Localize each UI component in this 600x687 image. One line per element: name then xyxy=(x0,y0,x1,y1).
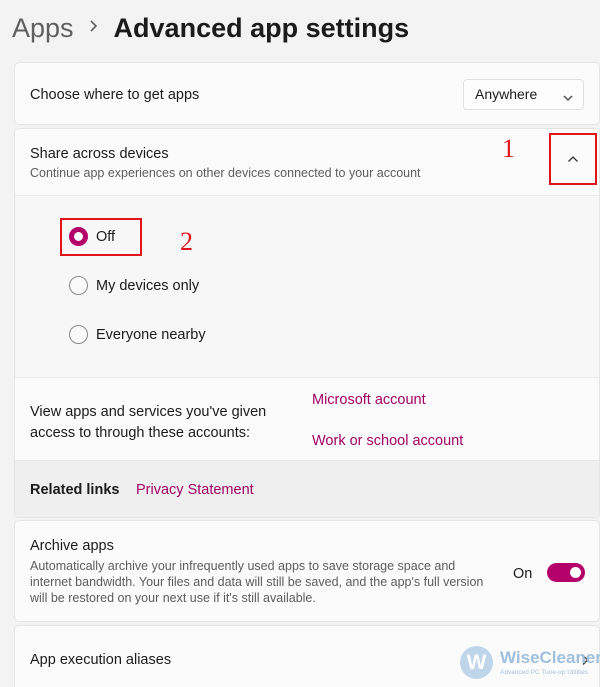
breadcrumb: Apps Advanced app settings xyxy=(12,10,409,46)
accounts-description: View apps and services you've given acce… xyxy=(30,404,267,441)
watermark-tagline: Advanced PC Tune-up Utilities xyxy=(500,669,589,676)
accounts-row: View apps and services you've given acce… xyxy=(15,377,599,460)
related-links-label: Related links xyxy=(30,482,120,498)
radio-option-off[interactable]: Off xyxy=(69,227,115,246)
choose-apps-source-label: Choose where to get apps xyxy=(30,87,200,103)
share-across-devices-section: Share across devices Continue app experi… xyxy=(14,128,600,518)
watermark-name: WiseCleaner xyxy=(500,648,600,667)
radio-label: Off xyxy=(96,228,116,245)
archive-toggle-state-label: On xyxy=(513,566,533,582)
toggle-knob xyxy=(570,567,581,578)
annotation-step-2: 2 xyxy=(180,227,193,256)
annotation-step-1: 1 xyxy=(502,134,515,163)
radio-option-everyone-nearby[interactable]: Everyone nearby xyxy=(69,325,206,344)
choose-apps-source-row: Choose where to get apps Anywhere xyxy=(14,62,600,125)
wisecleaner-watermark: W WiseCleaner Advanced PC Tune-up Utilit… xyxy=(460,644,600,684)
share-across-devices-description: Continue app experiences on other device… xyxy=(30,166,421,180)
share-across-devices-header[interactable]: Share across devices Continue app experi… xyxy=(15,129,599,194)
radio-button-checked[interactable] xyxy=(69,227,88,246)
page-title: Advanced app settings xyxy=(113,12,410,43)
archive-apps-row: Archive apps Automatically archive your … xyxy=(14,520,600,622)
microsoft-account-link[interactable]: Microsoft account xyxy=(312,392,426,408)
chevron-down-icon xyxy=(563,89,573,105)
radio-button[interactable] xyxy=(69,276,88,295)
archive-apps-toggle[interactable] xyxy=(547,563,585,582)
radio-option-my-devices-only[interactable]: My devices only xyxy=(69,276,199,295)
app-execution-aliases-title: App execution aliases xyxy=(30,652,172,668)
chevron-up-icon xyxy=(567,150,579,168)
apps-source-dropdown[interactable]: Anywhere xyxy=(463,79,584,110)
apps-source-selected-value: Anywhere xyxy=(475,86,538,102)
work-school-account-link[interactable]: Work or school account xyxy=(312,433,463,449)
breadcrumb-apps-link[interactable]: Apps xyxy=(12,13,74,44)
radio-button[interactable] xyxy=(69,325,88,344)
archive-apps-title: Archive apps xyxy=(30,538,114,554)
collapse-button[interactable] xyxy=(549,133,597,185)
share-options-radio-group: 2 Off My devices only Everyone nearby xyxy=(15,195,599,377)
share-across-devices-title: Share across devices xyxy=(30,146,169,162)
radio-label: My devices only xyxy=(96,277,200,294)
related-links-row: Related links Privacy Statement xyxy=(15,460,599,517)
wisecleaner-logo-icon: W xyxy=(460,646,493,679)
chevron-right-icon xyxy=(88,19,98,38)
archive-apps-description: Automatically archive your infrequently … xyxy=(30,559,484,605)
privacy-statement-link[interactable]: Privacy Statement xyxy=(136,482,254,498)
radio-label: Everyone nearby xyxy=(96,326,206,343)
